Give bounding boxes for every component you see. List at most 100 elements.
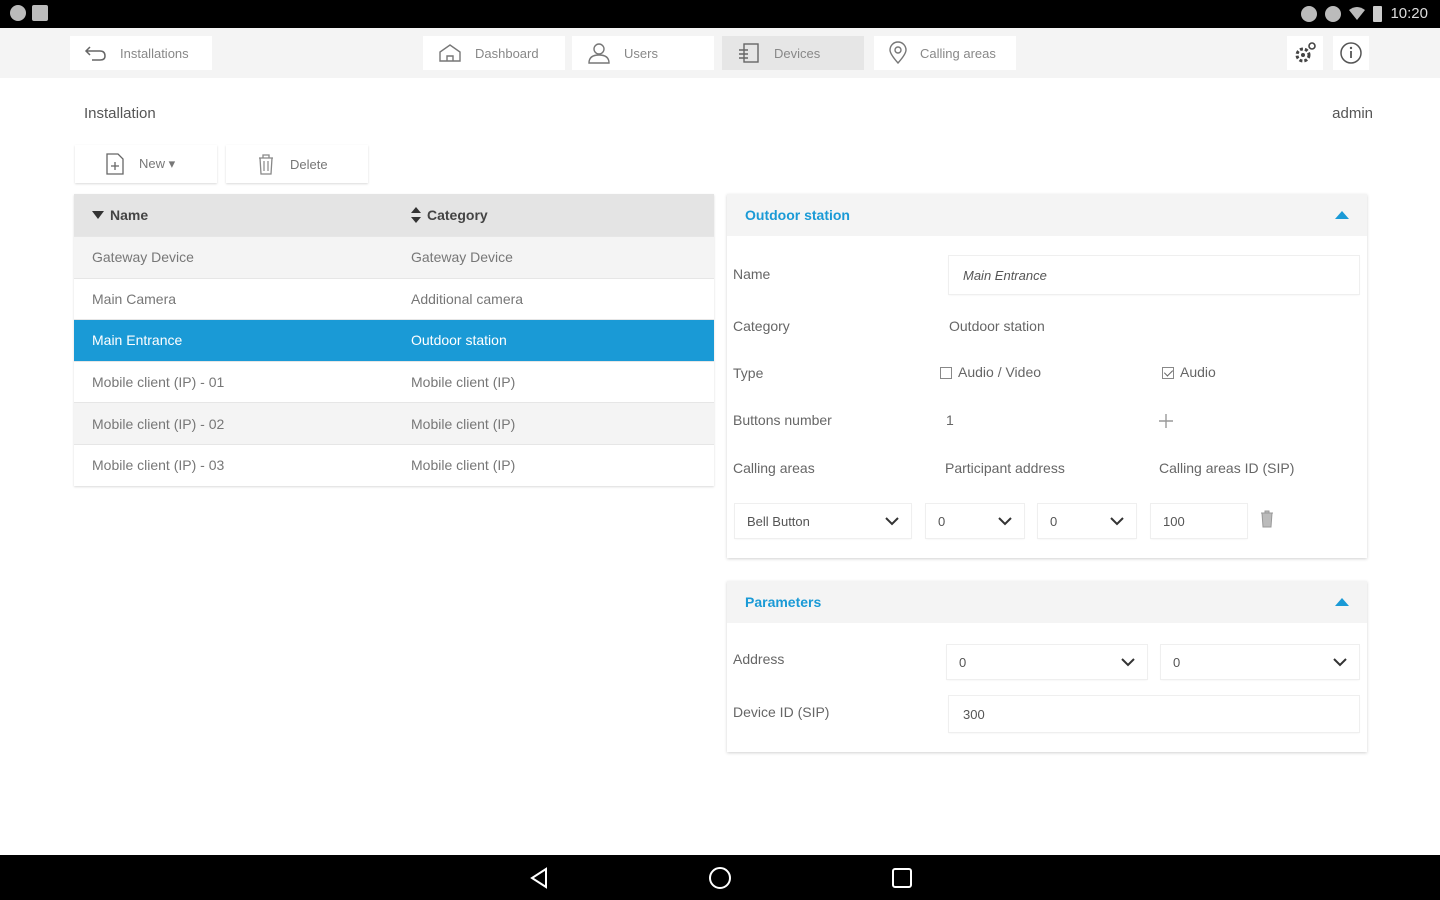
page-title: Installation [84,105,156,122]
chevron-down-icon [1333,657,1347,666]
table-row[interactable]: Main Entrance Outdoor station [74,319,714,361]
device-id-value: 300 [963,706,985,722]
dashboard-icon [439,44,461,62]
device-category: Mobile client (IP) [411,374,516,391]
devices-icon [739,43,759,63]
settings-button[interactable] [1287,36,1323,70]
tab-dashboard[interactable]: Dashboard [423,36,565,70]
info-button[interactable] [1333,36,1369,70]
device-name: Gateway Device [92,249,194,266]
address-2-select[interactable]: 0 [1038,504,1136,538]
parameters-panel: Parameters Address 0 0 Device ID (SIP) 3… [727,581,1367,752]
devices-table: Name Category Gateway Device Gateway Devi… [74,194,714,486]
new-label: New ▾ [139,156,176,171]
system-nav-bar [0,855,1440,900]
home-circle-icon [709,867,731,889]
device-id-label: Device ID (SIP) [733,704,830,720]
address-label: Address [733,651,785,667]
category-header-label: Category [427,207,488,223]
category-value: Outdoor station [949,318,1045,334]
participant-address-label: Participant address [945,460,1065,476]
info-icon [1340,42,1362,64]
trash-icon [259,154,273,175]
address-2-value: 0 [1050,513,1058,529]
trash-icon[interactable] [1260,510,1274,528]
nav-home-button[interactable] [707,865,733,891]
outdoor-station-header[interactable]: Outdoor station [727,194,1367,236]
collapse-up-icon[interactable] [1335,210,1349,220]
buttons-number-label: Buttons number [733,412,832,428]
collapse-up-icon[interactable] [1335,597,1349,607]
device-name: Mobile client (IP) - 01 [92,374,225,391]
battery-icon [1373,5,1383,22]
category-label: Category [733,318,790,334]
chevron-down-icon [998,516,1012,525]
app-toolbar: Installations Dashboard Users Devices Ca… [0,28,1440,78]
device-name: Main Entrance [92,332,183,349]
table-body: Gateway Device Gateway Device Main Camera… [74,236,714,486]
type-audio-option[interactable]: Audio [1162,364,1216,380]
chevron-down-icon [1121,657,1135,666]
delete-label: Delete [290,156,328,172]
calling-area-id-value: 100 [1163,513,1185,529]
chevron-down-icon [1110,516,1124,525]
installations-back-button[interactable]: Installations [70,36,212,70]
calling-areas-label: Calling areas [733,460,815,476]
address-1-select[interactable]: 0 [926,504,1024,538]
table-header: Name Category [74,194,714,236]
device-name: Mobile client (IP) - 03 [92,457,225,474]
sort-icon [411,207,421,223]
audio-video-checkbox[interactable] [940,367,952,380]
table-row[interactable]: Gateway Device Gateway Device [74,236,714,278]
tab-devices[interactable]: Devices [722,36,864,70]
address-1-value: 0 [938,513,946,529]
image-icon [32,5,48,21]
name-label: Name [733,266,771,282]
table-row[interactable]: Main Camera Additional camera [74,277,714,320]
location-icon [10,5,26,21]
audio-video-label: Audio / Video [958,364,1042,380]
parameters-header[interactable]: Parameters [727,581,1367,623]
calling-area-id-field[interactable]: 100 [1151,504,1247,538]
device-category: Outdoor station [411,332,507,349]
map-pin-icon [889,41,907,65]
tab-devices-label: Devices [774,45,821,61]
nav-back-button[interactable] [526,865,552,891]
nav-recents-button[interactable] [889,865,915,891]
user-name: admin [1332,105,1373,122]
device-category: Mobile client (IP) [411,457,516,474]
tab-users-label: Users [624,45,658,61]
button-select-value: Bell Button [747,513,810,529]
delete-button[interactable]: Delete [226,145,368,183]
recents-square-icon [892,868,912,888]
device-id-field[interactable]: 300 [949,696,1359,732]
add-button-icon[interactable] [1159,414,1173,428]
back-triangle-icon [530,867,547,889]
minus-circle-icon [1301,5,1318,22]
param-address-2-select[interactable]: 0 [1161,645,1359,679]
status-bar: 10:20 [0,0,1440,28]
tab-users[interactable]: Users [572,36,714,70]
back-arrow-icon [84,46,106,61]
outdoor-station-title: Outdoor station [745,207,850,223]
table-row[interactable]: Mobile client (IP) - 01 Mobile client (IP… [74,360,714,403]
audio-checkbox[interactable] [1162,367,1174,380]
clock: 10:20 [1390,5,1428,22]
name-field[interactable]: Main Entrance [949,256,1359,294]
button-select[interactable]: Bell Button [735,504,911,538]
sort-desc-icon [92,211,104,219]
new-file-icon [106,153,124,175]
name-column-header[interactable]: Name [74,207,393,223]
type-label: Type [733,365,764,381]
table-row[interactable]: Mobile client (IP) - 03 Mobile client (IP… [74,443,714,486]
gear-icon [1295,42,1316,63]
device-category: Gateway Device [411,249,513,266]
param-address-1-select[interactable]: 0 [947,645,1147,679]
table-row[interactable]: Mobile client (IP) - 02 Mobile client (IP… [74,402,714,444]
new-button[interactable]: New ▾ [75,145,217,183]
type-av-option[interactable]: Audio / Video [940,364,1041,380]
name-header-label: Name [110,207,149,223]
tab-calling-areas[interactable]: Calling areas [874,36,1016,70]
category-column-header[interactable]: Category [393,207,488,223]
param-address-1-value: 0 [959,654,967,670]
